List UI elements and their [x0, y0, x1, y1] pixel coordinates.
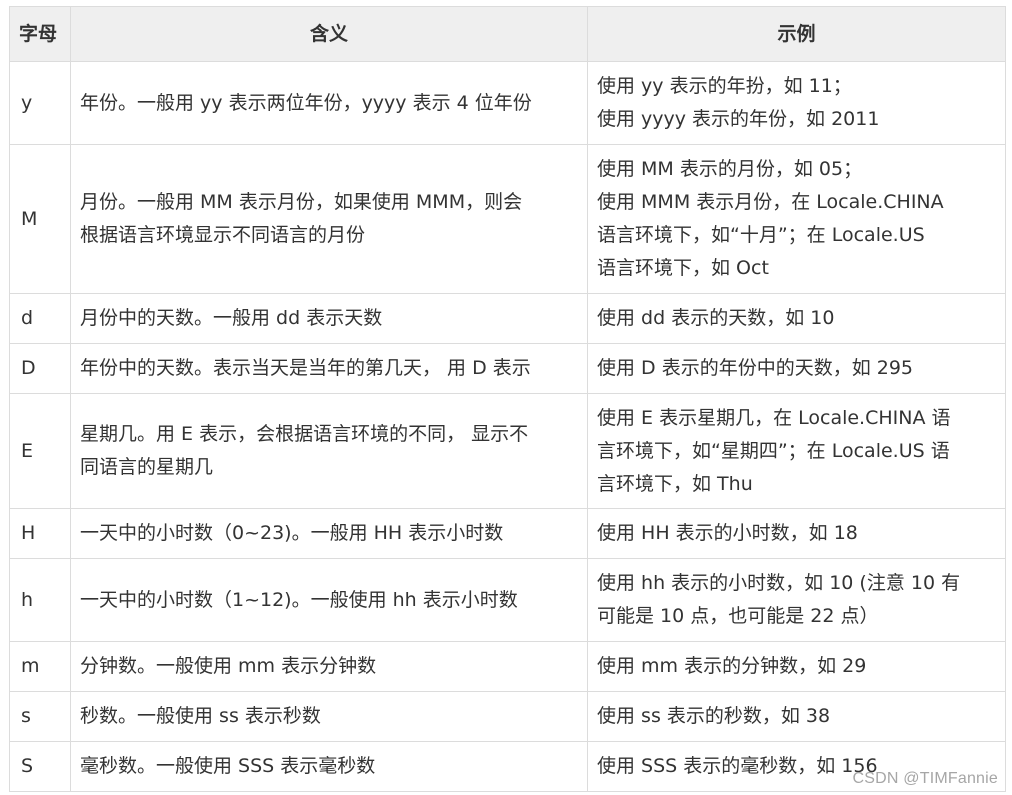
meaning-line: 星期几。用 E 表示，会根据语言环境的不同， 显示不 — [80, 423, 529, 445]
example-cell: 使用 mm 表示的分钟数，如 29 — [587, 641, 1006, 692]
example-cell: 使用 ss 表示的秒数，如 38 — [587, 691, 1006, 742]
table-header-row: 字母 含义 示例 — [9, 6, 1006, 62]
meaning-line: 年份。一般用 yy 表示两位年份，yyyy 表示 4 位年份 — [80, 91, 532, 114]
meaning-line: 年份中的天数。表示当天是当年的第几天， 用 D 表示 — [80, 357, 531, 379]
csdn-watermark: CSDN @TIMFannie — [852, 770, 998, 787]
table-row: M 月份。一般用 MM 表示月份，如果使用 MMM，则会 根据语言环境显示不同语… — [9, 144, 1006, 294]
example-line: 使用 E 表示星期几，在 Locale.CHINA 语 — [597, 406, 951, 429]
table-row: E 星期几。用 E 表示，会根据语言环境的不同， 显示不 同语言的星期几 使用 … — [9, 393, 1006, 509]
example-cell: 使用 dd 表示的天数，如 10 — [587, 293, 1006, 344]
example-line: 使用 dd 表示的天数，如 10 — [597, 307, 835, 329]
meaning-line: 同语言的星期几 — [80, 456, 214, 478]
example-cell: 使用 E 表示星期几，在 Locale.CHINA 语 言环境下，如“星期四”；… — [587, 393, 1006, 509]
letter-cell: E — [9, 393, 71, 509]
meaning-line: 一天中的小时数（0~23)。一般用 HH 表示小时数 — [80, 522, 504, 544]
meaning-cell: 年份中的天数。表示当天是当年的第几天， 用 D 表示 — [70, 343, 588, 394]
letter-cell: s — [9, 691, 71, 742]
table-row: D 年份中的天数。表示当天是当年的第几天， 用 D 表示 使用 D 表示的年份中… — [9, 343, 1006, 394]
table-row: y 年份。一般用 yy 表示两位年份，yyyy 表示 4 位年份 使用 yy 表… — [9, 61, 1006, 145]
meaning-line: 根据语言环境显示不同语言的月份 — [80, 224, 366, 246]
example-line: 使用 hh 表示的小时数，如 10 (注意 10 有 — [597, 572, 961, 594]
meaning-cell: 年份。一般用 yy 表示两位年份，yyyy 表示 4 位年份 — [70, 61, 588, 145]
example-line: 使用 MM 表示的月份，如 05； — [597, 158, 863, 180]
header-letter: 字母 — [9, 6, 71, 62]
example-cell: 使用 HH 表示的小时数，如 18 — [587, 508, 1006, 559]
example-line: 使用 yyyy 表示的年份，如 2011 — [597, 108, 880, 130]
letter-cell: y — [9, 61, 71, 145]
table-row: m 分钟数。一般使用 mm 表示分钟数 使用 mm 表示的分钟数，如 29 — [9, 641, 1006, 692]
example-line: 使用 yy 表示的年扮，如 11； — [597, 75, 852, 97]
example-line: 使用 D 表示的年份中的天数，如 295 — [597, 357, 914, 379]
example-line: 语言环境下，如“十月”；在 Locale.US — [597, 224, 925, 246]
example-line: 言环境下，如“星期四”；在 Locale.US 语 — [597, 439, 950, 462]
letter-cell: D — [9, 343, 71, 394]
example-line: 使用 ss 表示的秒数，如 38 — [597, 705, 831, 727]
meaning-line: 月份中的天数。一般用 dd 表示天数 — [80, 307, 383, 329]
letter-cell: S — [9, 741, 71, 792]
meaning-cell: 分钟数。一般使用 mm 表示分钟数 — [70, 641, 588, 692]
meaning-cell: 一天中的小时数（0~23)。一般用 HH 表示小时数 — [70, 508, 588, 559]
example-line: 语言环境下，如 Oct — [597, 257, 769, 279]
example-line: 可能是 10 点，也可能是 22 点） — [597, 605, 879, 627]
example-cell: 使用 hh 表示的小时数，如 10 (注意 10 有 可能是 10 点，也可能是… — [587, 558, 1006, 642]
meaning-line: 毫秒数。一般使用 SSS 表示毫秒数 — [80, 755, 376, 777]
table-row: h 一天中的小时数（1~12)。一般使用 hh 表示小时数 使用 hh 表示的小… — [9, 558, 1006, 642]
meaning-line: 一天中的小时数（1~12)。一般使用 hh 表示小时数 — [80, 588, 518, 611]
example-cell: 使用 D 表示的年份中的天数，如 295 — [587, 343, 1006, 394]
meaning-line: 分钟数。一般使用 mm 表示分钟数 — [80, 655, 377, 677]
example-cell: 使用 MM 表示的月份，如 05； 使用 MMM 表示月份，在 Locale.C… — [587, 144, 1006, 294]
meaning-cell: 一天中的小时数（1~12)。一般使用 hh 表示小时数 — [70, 558, 588, 642]
meaning-cell: 毫秒数。一般使用 SSS 表示毫秒数 — [70, 741, 588, 792]
example-line: 使用 mm 表示的分钟数，如 29 — [597, 655, 867, 677]
header-meaning: 含义 — [70, 6, 588, 62]
letter-cell: h — [9, 558, 71, 642]
letter-cell: M — [9, 144, 71, 294]
example-cell: 使用 yy 表示的年扮，如 11； 使用 yyyy 表示的年份，如 2011 — [587, 61, 1006, 145]
example-line: 言环境下，如 Thu — [597, 472, 753, 495]
letter-cell: m — [9, 641, 71, 692]
letter-cell: H — [9, 508, 71, 559]
letter-cell: d — [9, 293, 71, 344]
example-line: 使用 HH 表示的小时数，如 18 — [597, 522, 858, 544]
header-example: 示例 — [587, 6, 1006, 62]
meaning-cell: 月份中的天数。一般用 dd 表示天数 — [70, 293, 588, 344]
format-letters-table: 字母 含义 示例 y 年份。一般用 yy 表示两位年份，yyyy 表示 4 位年… — [9, 6, 1006, 792]
meaning-cell: 星期几。用 E 表示，会根据语言环境的不同， 显示不 同语言的星期几 — [70, 393, 588, 509]
meaning-line: 秒数。一般使用 ss 表示秒数 — [80, 705, 321, 727]
format-letters-table-container: 字母 含义 示例 y 年份。一般用 yy 表示两位年份，yyyy 表示 4 位年… — [9, 6, 1006, 792]
table-row: d 月份中的天数。一般用 dd 表示天数 使用 dd 表示的天数，如 10 — [9, 293, 1006, 344]
meaning-cell: 月份。一般用 MM 表示月份，如果使用 MMM，则会 根据语言环境显示不同语言的… — [70, 144, 588, 294]
table-row: s 秒数。一般使用 ss 表示秒数 使用 ss 表示的秒数，如 38 — [9, 691, 1006, 742]
example-line: 使用 MMM 表示月份，在 Locale.CHINA — [597, 191, 944, 213]
table-row: H 一天中的小时数（0~23)。一般用 HH 表示小时数 使用 HH 表示的小时… — [9, 508, 1006, 559]
meaning-cell: 秒数。一般使用 ss 表示秒数 — [70, 691, 588, 742]
meaning-line: 月份。一般用 MM 表示月份，如果使用 MMM，则会 — [80, 191, 523, 213]
